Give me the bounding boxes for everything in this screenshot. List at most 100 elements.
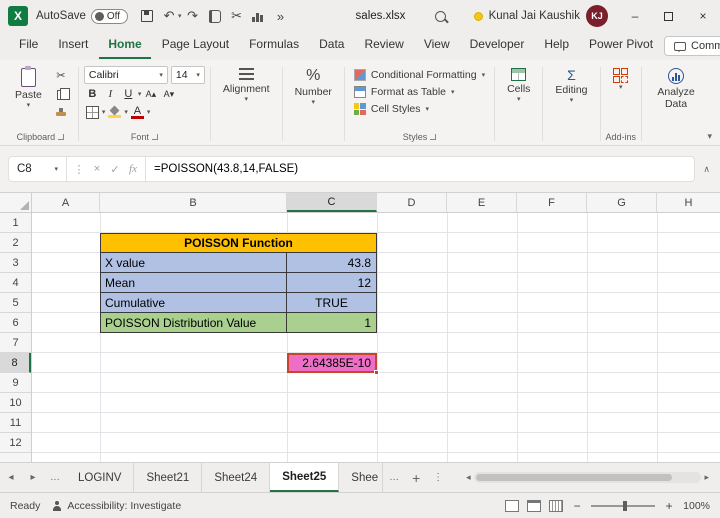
sheet-tab-sheet25[interactable]: Sheet25 [270,463,340,492]
column-header-h[interactable]: H [657,193,720,212]
font-color-button[interactable]: A [129,104,146,120]
tab-file[interactable]: File [10,33,47,59]
underline-caret-icon[interactable]: ▾ [138,91,142,98]
column-header-e[interactable]: E [447,193,517,212]
number-button[interactable]: % Number ▾ [288,64,339,107]
editing-button[interactable]: Σ Editing ▾ [548,64,594,105]
excel-logo-icon[interactable]: X [8,6,28,26]
active-cell-c8[interactable]: 2.64385E-10 [287,353,379,375]
row-header-7[interactable]: 7 [0,333,31,353]
horizontal-scrollbar[interactable]: ◂ ▸ [463,470,712,485]
sheet-tab-sheet21[interactable]: Sheet21 [134,463,203,492]
tab-data[interactable]: Data [310,33,353,59]
fill-color-button[interactable] [106,104,123,120]
column-header-d[interactable]: D [377,193,447,212]
new-sheet-button[interactable]: + [405,463,427,492]
row-header-6[interactable]: 6 [0,313,31,333]
expand-formula-bar-icon[interactable]: ∧ [701,164,712,175]
cancel-entry-icon[interactable]: × [89,163,105,175]
font-dialog-launcher[interactable] [151,134,158,140]
tab-insert[interactable]: Insert [49,33,97,59]
zoom-slider-thumb[interactable] [623,500,628,511]
tab-page-layout[interactable]: Page Layout [153,33,238,59]
normal-view-button[interactable] [505,499,520,512]
borders-caret-icon[interactable]: ▾ [102,109,106,116]
tab-view[interactable]: View [415,33,459,59]
analyze-data-button[interactable]: Analyze Data [647,64,705,112]
grow-font-button[interactable]: A▴ [142,86,159,102]
scroll-left-icon[interactable]: ◂ [463,472,474,483]
save-button[interactable] [136,5,158,27]
tab-power-pivot[interactable]: Power Pivot [580,33,662,59]
row-header-1[interactable]: 1 [0,213,31,233]
conditional-formatting-button[interactable]: Conditional Formatting ▾ [350,67,489,83]
sheet-nav-left-icon[interactable]: ◂ [0,463,22,492]
format-as-table-button[interactable]: Format as Table ▾ [350,84,489,100]
row-header-10[interactable]: 10 [0,393,31,413]
cell-styles-button[interactable]: Cell Styles ▾ [350,101,489,117]
underline-button[interactable]: U [120,86,137,102]
cell-c4[interactable]: 12 [287,273,377,293]
row-header-5[interactable]: 5 [0,293,31,313]
cell-c3[interactable]: 43.8 [287,253,377,273]
all-sheets-icon[interactable]: … [44,463,66,492]
page-layout-view-button[interactable] [527,499,542,512]
borders-button[interactable] [84,104,101,120]
row-header-8[interactable]: 8 [0,353,31,373]
page-break-view-button[interactable] [549,499,564,512]
zoom-out-button[interactable]: − [571,499,583,513]
clipboard-dialog-launcher[interactable] [58,134,65,140]
column-header-c[interactable]: C [287,193,377,212]
cut-button[interactable]: ✂ [51,67,71,84]
sheet-tab-clipped[interactable]: Shee [339,463,384,492]
paste-button[interactable]: Paste ▾ [8,64,49,110]
document-title[interactable]: sales.xlsx [356,10,406,22]
spreadsheet-grid[interactable]: A B C D E F G H 1 2 3 4 5 6 7 8 9 10 11 … [0,192,720,462]
notebook-button[interactable] [204,5,226,27]
cells-area[interactable]: POISSON Function X value 43.8 Mean 12 Cu… [32,213,720,462]
autosave-pill[interactable]: Off [90,8,129,24]
cell-c6[interactable]: 1 [287,313,377,333]
accessibility-checker[interactable]: Accessibility: Investigate [52,500,181,512]
confirm-entry-icon[interactable]: ✓ [107,163,123,176]
fill-caret-icon[interactable]: ▾ [124,109,128,116]
font-name-select[interactable]: Calibri ▾ [83,66,168,84]
avatar[interactable]: KJ [585,5,608,27]
tab-home[interactable]: Home [99,33,151,59]
styles-dialog-launcher[interactable] [430,134,437,140]
tab-review[interactable]: Review [355,33,412,59]
shrink-font-button[interactable]: A▾ [160,86,177,102]
addins-button[interactable]: ▾ [606,64,637,92]
search-button[interactable] [430,5,452,27]
row-header-3[interactable]: 3 [0,253,31,273]
tab-help[interactable]: Help [535,33,578,59]
row-header-4[interactable]: 4 [0,273,31,293]
alignment-button[interactable]: Alignment ▾ [216,64,277,104]
cells-button[interactable]: Cells ▾ [500,64,537,104]
close-button[interactable]: × [686,0,720,32]
undo-button[interactable]: ↶ [158,5,180,27]
row-header-9[interactable]: 9 [0,373,31,393]
cell-b3[interactable]: X value [100,253,287,273]
zoom-level[interactable]: 100% [683,500,710,512]
column-header-f[interactable]: F [517,193,587,212]
font-size-select[interactable]: 14 ▾ [170,66,205,84]
cell-c5[interactable]: TRUE [287,293,377,313]
tab-developer[interactable]: Developer [461,33,534,59]
more-commands-button[interactable]: » [270,5,292,27]
maximize-button[interactable] [652,0,686,32]
sheet-options-icon[interactable]: ⋮ [427,463,449,492]
sheet-tab-loginv[interactable]: LOGINV [66,463,135,492]
autosave-toggle[interactable]: AutoSave Off [36,8,129,24]
select-all-corner[interactable] [0,193,32,213]
comments-button[interactable]: Comments ▾ [664,36,720,56]
scroll-right-icon[interactable]: ▸ [701,472,712,483]
cell-b6[interactable]: POISSON Distribution Value [100,313,287,333]
scrollbar-track[interactable] [473,472,702,483]
name-box[interactable]: C8 ▾ [9,157,67,181]
fill-handle[interactable] [374,370,379,375]
cut-quick-button[interactable]: ✂ [226,5,248,27]
insert-function-icon[interactable]: fx [125,163,141,175]
zoom-slider[interactable] [591,500,656,511]
bold-button[interactable]: B [84,86,101,102]
